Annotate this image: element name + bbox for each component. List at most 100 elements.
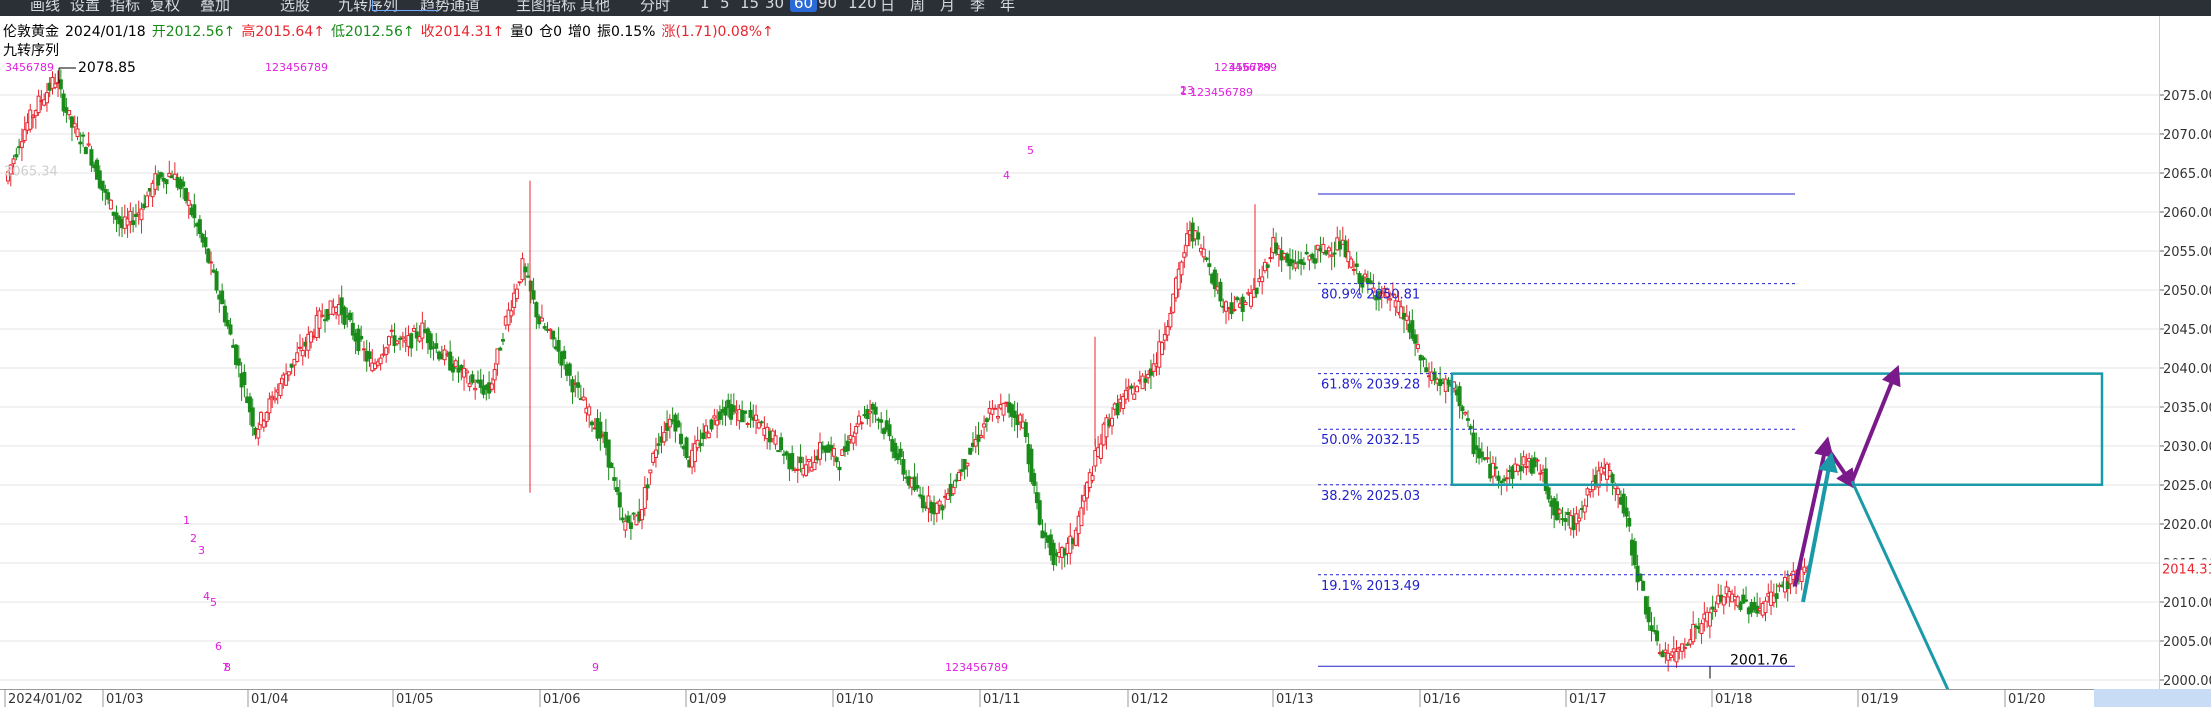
candle-body bbox=[164, 179, 169, 185]
candle bbox=[500, 332, 505, 346]
toolbar-item[interactable]: 15 bbox=[740, 0, 759, 12]
chart-area[interactable]: 80.9% 2050.81 61.8% 2039.28 50.0% 2032.15 3… bbox=[0, 16, 2159, 712]
fib-retracement: 80.9% 2050.81 61.8% 2039.28 50.0% 2032.15 3… bbox=[1318, 193, 1795, 667]
date-tick-label: 01/16 bbox=[1423, 692, 1460, 707]
candle-body bbox=[790, 453, 795, 470]
candle bbox=[1001, 402, 1006, 422]
candle bbox=[28, 103, 33, 133]
candle-body bbox=[356, 328, 361, 352]
candle-body bbox=[19, 141, 24, 148]
candle-body bbox=[81, 134, 86, 137]
toolbar-input-box[interactable] bbox=[372, 0, 438, 11]
toolbar-item[interactable]: 月 bbox=[940, 0, 955, 15]
date-tick-label: 01/12 bbox=[1131, 692, 1168, 707]
candle-body bbox=[648, 469, 653, 474]
price-axis[interactable]: 2075.00 2070.00 2065.00 2060.00 2055.00 2050.… bbox=[2159, 16, 2211, 713]
toolbar-item[interactable]: 年 bbox=[1000, 0, 1015, 15]
candle-body bbox=[653, 449, 658, 458]
candle bbox=[776, 450, 781, 453]
candle-body bbox=[158, 172, 163, 178]
candle bbox=[348, 309, 353, 323]
candle-body bbox=[1446, 379, 1451, 385]
toolbar-item[interactable]: 画线 bbox=[30, 0, 60, 15]
candle-body bbox=[1090, 475, 1095, 481]
candle bbox=[940, 504, 945, 520]
candle-body bbox=[701, 432, 706, 440]
toolbar-item[interactable]: 叠加 bbox=[200, 0, 230, 15]
candle bbox=[834, 456, 839, 468]
toolbar-item[interactable]: 设置 bbox=[70, 0, 100, 15]
toolbar-item[interactable]: 90 bbox=[818, 0, 837, 12]
candle-body bbox=[754, 414, 759, 421]
candle-body bbox=[1349, 258, 1354, 268]
candle-body bbox=[100, 180, 105, 191]
close-value: 收2014.31↑ bbox=[420, 24, 505, 40]
toolbar-item[interactable]: 分时 bbox=[640, 0, 670, 15]
candle bbox=[295, 342, 300, 363]
candle-body bbox=[1493, 466, 1498, 469]
candle-body bbox=[854, 426, 859, 434]
toolbar-item[interactable]: 5 bbox=[720, 0, 730, 12]
toolbar-item[interactable]: 季 bbox=[970, 0, 985, 15]
price-tick-label: 2035.00 bbox=[2163, 401, 2211, 416]
candle-body bbox=[957, 471, 962, 481]
projection-arrows bbox=[1793, 364, 1959, 712]
toolbar-item[interactable]: 周 bbox=[910, 0, 925, 15]
candle bbox=[640, 509, 645, 530]
candle bbox=[164, 178, 169, 195]
toolbar-item[interactable]: 日 bbox=[880, 0, 895, 15]
candle-body bbox=[1649, 625, 1654, 631]
candle bbox=[392, 323, 397, 353]
toolbar-item[interactable]: 其他 bbox=[580, 0, 610, 15]
date-axis[interactable]: 2024/01/02 01/03 01/04 01/05 01/06 01/09 01/10… bbox=[0, 689, 2159, 708]
candle-body bbox=[1123, 389, 1128, 400]
low-value: 低2012.56↑ bbox=[330, 24, 415, 40]
candle bbox=[1721, 596, 1726, 615]
candle-body bbox=[36, 95, 41, 113]
candle-body bbox=[28, 109, 33, 130]
candle-body bbox=[181, 181, 186, 187]
bottom-strip bbox=[0, 707, 2211, 713]
candle-body bbox=[1632, 541, 1637, 566]
candle-body bbox=[1496, 475, 1501, 481]
toolbar-item[interactable]: 选股 bbox=[280, 0, 310, 15]
period-tab-bar[interactable] bbox=[2094, 689, 2211, 707]
toolbar-item[interactable]: 60 bbox=[790, 0, 818, 12]
candle-body bbox=[1354, 263, 1359, 268]
td-sequence-label: 5 bbox=[210, 596, 217, 609]
candle-body bbox=[106, 192, 111, 200]
toolbar-item[interactable]: 120 bbox=[848, 0, 877, 12]
toolbar-item[interactable]: 复权 bbox=[150, 0, 180, 15]
candle-body bbox=[31, 115, 36, 119]
candle-body bbox=[915, 485, 920, 489]
td-sequence-label: 1 bbox=[183, 514, 190, 527]
candle bbox=[1229, 292, 1234, 320]
candle-body bbox=[1268, 257, 1273, 260]
fib-level-label: 50.0% 2032.15 bbox=[1321, 433, 1420, 448]
candle bbox=[1744, 586, 1749, 603]
candlestick-chart[interactable]: 80.9% 2050.81 61.8% 2039.28 50.0% 2032.15 3… bbox=[0, 16, 2159, 712]
candle-body bbox=[1260, 276, 1265, 283]
toolbar-item[interactable]: 1 bbox=[700, 0, 710, 12]
volume-value: 量0 bbox=[510, 24, 534, 40]
candle-body bbox=[920, 495, 925, 509]
candle-body bbox=[1332, 252, 1337, 255]
candle-body bbox=[1471, 432, 1476, 455]
toolbar-item[interactable]: 30 bbox=[765, 0, 784, 12]
td-sequence-label: 9 bbox=[592, 661, 599, 674]
toolbar-item[interactable]: 指标 bbox=[110, 0, 140, 15]
candle bbox=[462, 359, 467, 391]
candle-body bbox=[367, 351, 372, 360]
candle bbox=[539, 304, 544, 322]
candle bbox=[1218, 278, 1223, 307]
candle-body bbox=[323, 319, 328, 322]
candle-body bbox=[589, 421, 594, 426]
candle-body bbox=[1699, 623, 1704, 635]
candle bbox=[745, 421, 750, 428]
candle-body bbox=[453, 360, 458, 368]
candle-body bbox=[1566, 511, 1571, 515]
candle-body bbox=[609, 462, 614, 469]
toolbar-item[interactable]: 主图指标 bbox=[516, 0, 576, 15]
candle bbox=[648, 469, 653, 485]
candle-body bbox=[628, 522, 633, 529]
